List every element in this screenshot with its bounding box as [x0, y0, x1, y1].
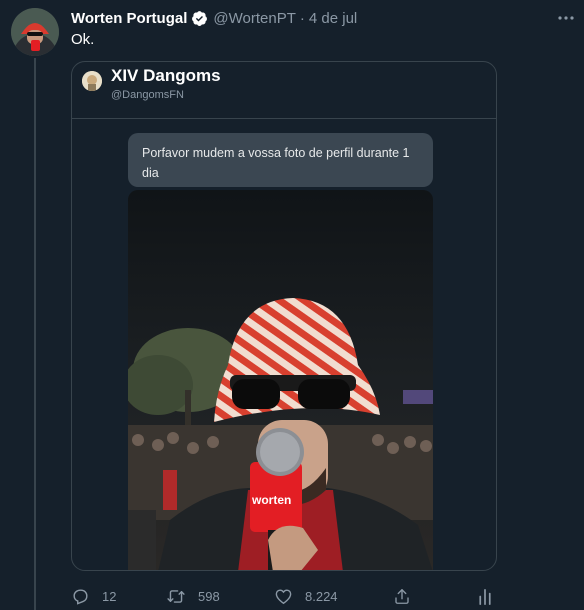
- tweet-text: Ok.: [71, 31, 95, 48]
- quoted-divider: [72, 118, 496, 119]
- like-count: 8.224: [305, 588, 338, 604]
- tweet-date[interactable]: 4 de jul: [309, 10, 357, 27]
- reply-count: 12: [102, 588, 117, 604]
- quoted-photo[interactable]: worten: [128, 190, 433, 570]
- reply-button[interactable]: 12: [71, 585, 116, 607]
- retweet-icon: [166, 587, 186, 606]
- tweet-header: Worten Portugal @WortenPT · 4 de jul: [71, 8, 357, 28]
- analytics-icon: [477, 587, 493, 606]
- quoted-author-name[interactable]: XIV Dangoms: [111, 66, 221, 86]
- quoted-tweet[interactable]: XIV Dangoms @DangomsFN Porfavor mudem a …: [71, 61, 497, 571]
- retweet-button[interactable]: 598: [166, 585, 220, 607]
- tweet-actions: 12 598 8.224: [71, 585, 501, 607]
- analytics-button[interactable]: [477, 585, 493, 607]
- author-avatar[interactable]: [11, 8, 59, 56]
- reply-icon: [71, 587, 90, 606]
- header-separator: ·: [299, 9, 305, 27]
- quoted-author-handle[interactable]: @DangomsFN: [111, 89, 184, 101]
- share-icon: [393, 587, 411, 606]
- author-handle[interactable]: @WortenPT: [213, 10, 295, 27]
- chat-message-bubble: Porfavor mudem a vossa foto de perfil du…: [128, 133, 433, 187]
- thread-line: [34, 58, 36, 610]
- verified-badge-icon: [191, 10, 208, 27]
- more-options-icon[interactable]: [551, 8, 581, 28]
- retweet-count: 598: [198, 588, 220, 604]
- photo-brand-text: worten: [251, 493, 291, 507]
- author-name[interactable]: Worten Portugal: [71, 10, 187, 27]
- heart-icon: [274, 587, 293, 606]
- share-button[interactable]: [393, 585, 411, 607]
- quoted-author-avatar[interactable]: [82, 71, 102, 91]
- like-button[interactable]: 8.224: [274, 585, 338, 607]
